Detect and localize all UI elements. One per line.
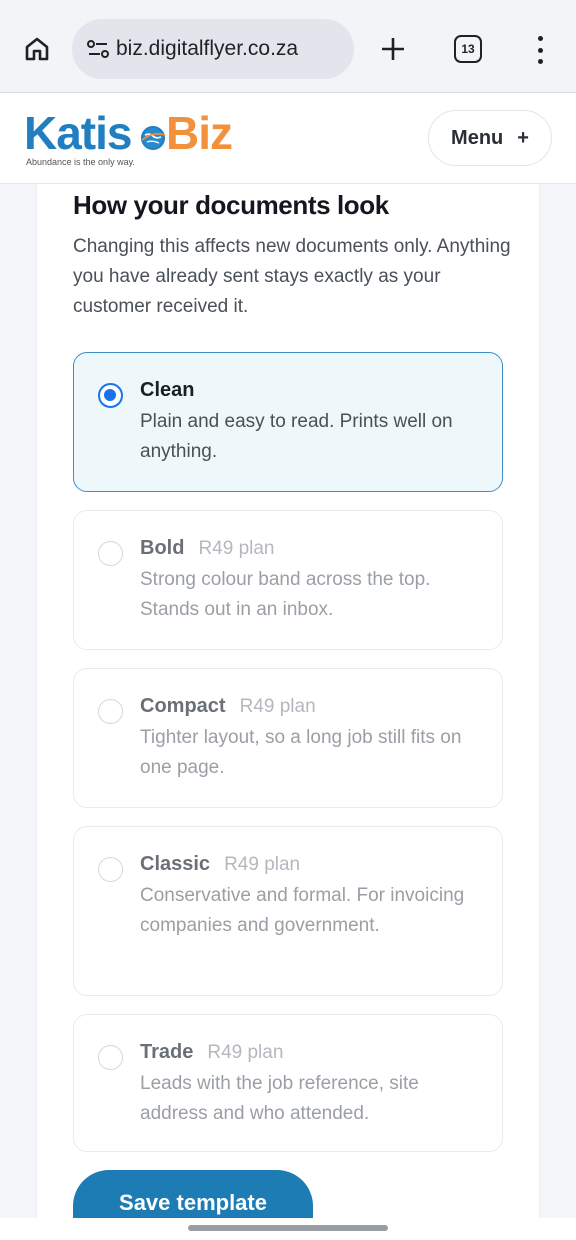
- plan-badge: R49 plan: [198, 538, 275, 559]
- new-tab-icon[interactable]: [376, 32, 410, 66]
- radio-button[interactable]: [98, 1045, 123, 1070]
- radio-button[interactable]: [98, 541, 123, 566]
- globe-icon: [141, 126, 166, 150]
- radio-button[interactable]: [98, 699, 123, 724]
- plan-badge: R49 plan: [207, 1042, 284, 1063]
- browser-toolbar: biz.digitalflyer.co.za 13: [0, 0, 576, 92]
- template-description: Leads with the job reference, site addre…: [140, 1073, 419, 1124]
- template-name: Clean: [140, 379, 195, 401]
- template-name: Trade: [140, 1041, 194, 1063]
- tab-switcher-button[interactable]: 13: [454, 35, 482, 63]
- site-settings-icon[interactable]: [84, 35, 112, 63]
- more-menu-icon[interactable]: [528, 34, 552, 66]
- document-template-settings: How your documents look Changing this af…: [36, 184, 540, 1240]
- plan-badge: R49 plan: [239, 696, 316, 717]
- plan-badge: R49 plan: [224, 854, 301, 875]
- template-option-trade[interactable]: Trade R49 plan Leads with the job refere…: [73, 1014, 503, 1152]
- template-option-bold[interactable]: Bold R49 plan Strong colour band across …: [73, 510, 503, 650]
- template-option-clean[interactable]: Clean Plain and easy to read. Prints wel…: [73, 352, 503, 492]
- address-bar[interactable]: biz.digitalflyer.co.za: [72, 19, 354, 79]
- menu-button[interactable]: Menu +: [428, 110, 552, 166]
- section-title: How your documents look: [73, 190, 389, 220]
- site-header: Katis Biz Abundance is the only way. Men…: [0, 92, 576, 184]
- template-description: Tighter layout, so a long job still fits…: [140, 727, 462, 778]
- logo-text-secondary: Biz: [166, 107, 233, 159]
- template-description: Strong colour band across the top. Stand…: [140, 569, 431, 620]
- section-description: Changing this affects new documents only…: [73, 236, 511, 317]
- url-text: biz.digitalflyer.co.za: [116, 37, 299, 60]
- template-description: Conservative and formal. For invoicing c…: [140, 885, 465, 936]
- radio-button[interactable]: [98, 383, 123, 408]
- logo-tagline: Abundance is the only way.: [26, 157, 135, 167]
- template-name: Compact: [140, 695, 226, 717]
- template-option-compact[interactable]: Compact R49 plan Tighter layout, so a lo…: [73, 668, 503, 808]
- logo[interactable]: Katis Biz Abundance is the only way.: [24, 107, 244, 171]
- template-name: Bold: [140, 537, 185, 559]
- logo-text-primary: Katis: [24, 107, 132, 159]
- plus-icon: +: [517, 126, 529, 149]
- menu-label: Menu: [451, 126, 504, 149]
- template-option-classic[interactable]: Classic R49 plan Conservative and formal…: [73, 826, 503, 996]
- home-icon[interactable]: [18, 30, 56, 68]
- gesture-handle[interactable]: [188, 1225, 388, 1231]
- template-description: Plain and easy to read. Prints well on a…: [140, 411, 453, 462]
- navigation-gesture-bar: [0, 1218, 576, 1240]
- tab-count: 13: [461, 42, 475, 56]
- template-name: Classic: [140, 853, 211, 875]
- radio-button[interactable]: [98, 857, 123, 882]
